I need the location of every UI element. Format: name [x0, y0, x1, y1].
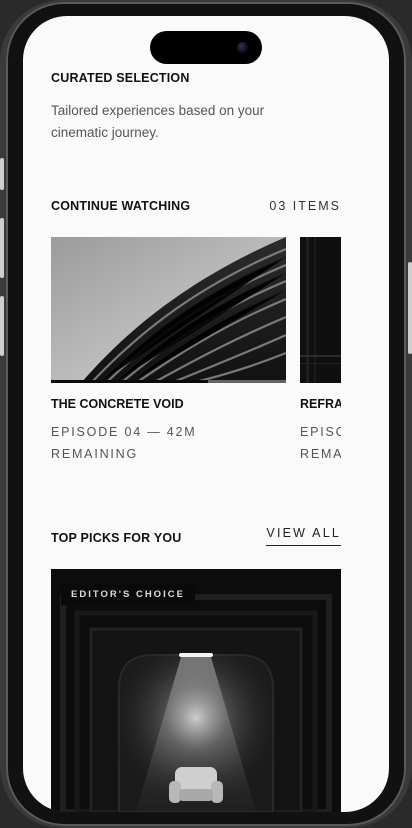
- main-content: CURATED SELECTION Tailored experiences b…: [51, 16, 341, 812]
- dark-thumbnail-image: [300, 237, 341, 383]
- phone-device: CURATED SELECTION Tailored experiences b…: [0, 0, 412, 828]
- featured-corridor-image: [51, 569, 341, 812]
- card-thumbnail[interactable]: [300, 237, 341, 383]
- app-screen: CURATED SELECTION Tailored experiences b…: [23, 16, 389, 812]
- card-thumbnail[interactable]: [51, 237, 286, 383]
- featured-card[interactable]: EDITOR'S CHOICE: [51, 569, 341, 812]
- volume-up-button: [0, 218, 4, 278]
- progress-fill: [51, 380, 209, 383]
- card-title: REFRA: [300, 397, 341, 411]
- curated-subtitle: Tailored experiences based on your cinem…: [51, 103, 265, 140]
- building-image: [51, 237, 286, 383]
- media-card[interactable]: THE CONCRETE VOID EPISODE 04 — 42M REMAI…: [51, 237, 286, 465]
- editors-choice-badge: EDITOR'S CHOICE: [61, 584, 195, 605]
- card-meta: EPISC REMA: [300, 425, 341, 461]
- dynamic-island: [150, 31, 262, 64]
- card-title: THE CONCRETE VOID: [51, 397, 184, 411]
- curated-title: CURATED SELECTION: [51, 71, 190, 85]
- volume-down-button: [0, 296, 4, 356]
- power-button: [408, 262, 412, 354]
- view-all-link[interactable]: VIEW ALL: [266, 526, 341, 546]
- action-button: [0, 158, 4, 190]
- armchair-icon: [169, 767, 223, 803]
- continue-watching-carousel[interactable]: THE CONCRETE VOID EPISODE 04 — 42M REMAI…: [51, 237, 341, 477]
- card-meta: EPISODE 04 — 42M REMAINING: [51, 425, 197, 461]
- top-picks-title: TOP PICKS FOR YOU: [51, 531, 182, 545]
- media-card[interactable]: REFRA EPISC REMA: [300, 237, 341, 465]
- continue-watching-title: CONTINUE WATCHING: [51, 199, 191, 213]
- camera-icon: [237, 42, 248, 53]
- items-count: 03 ITEMS: [269, 199, 341, 213]
